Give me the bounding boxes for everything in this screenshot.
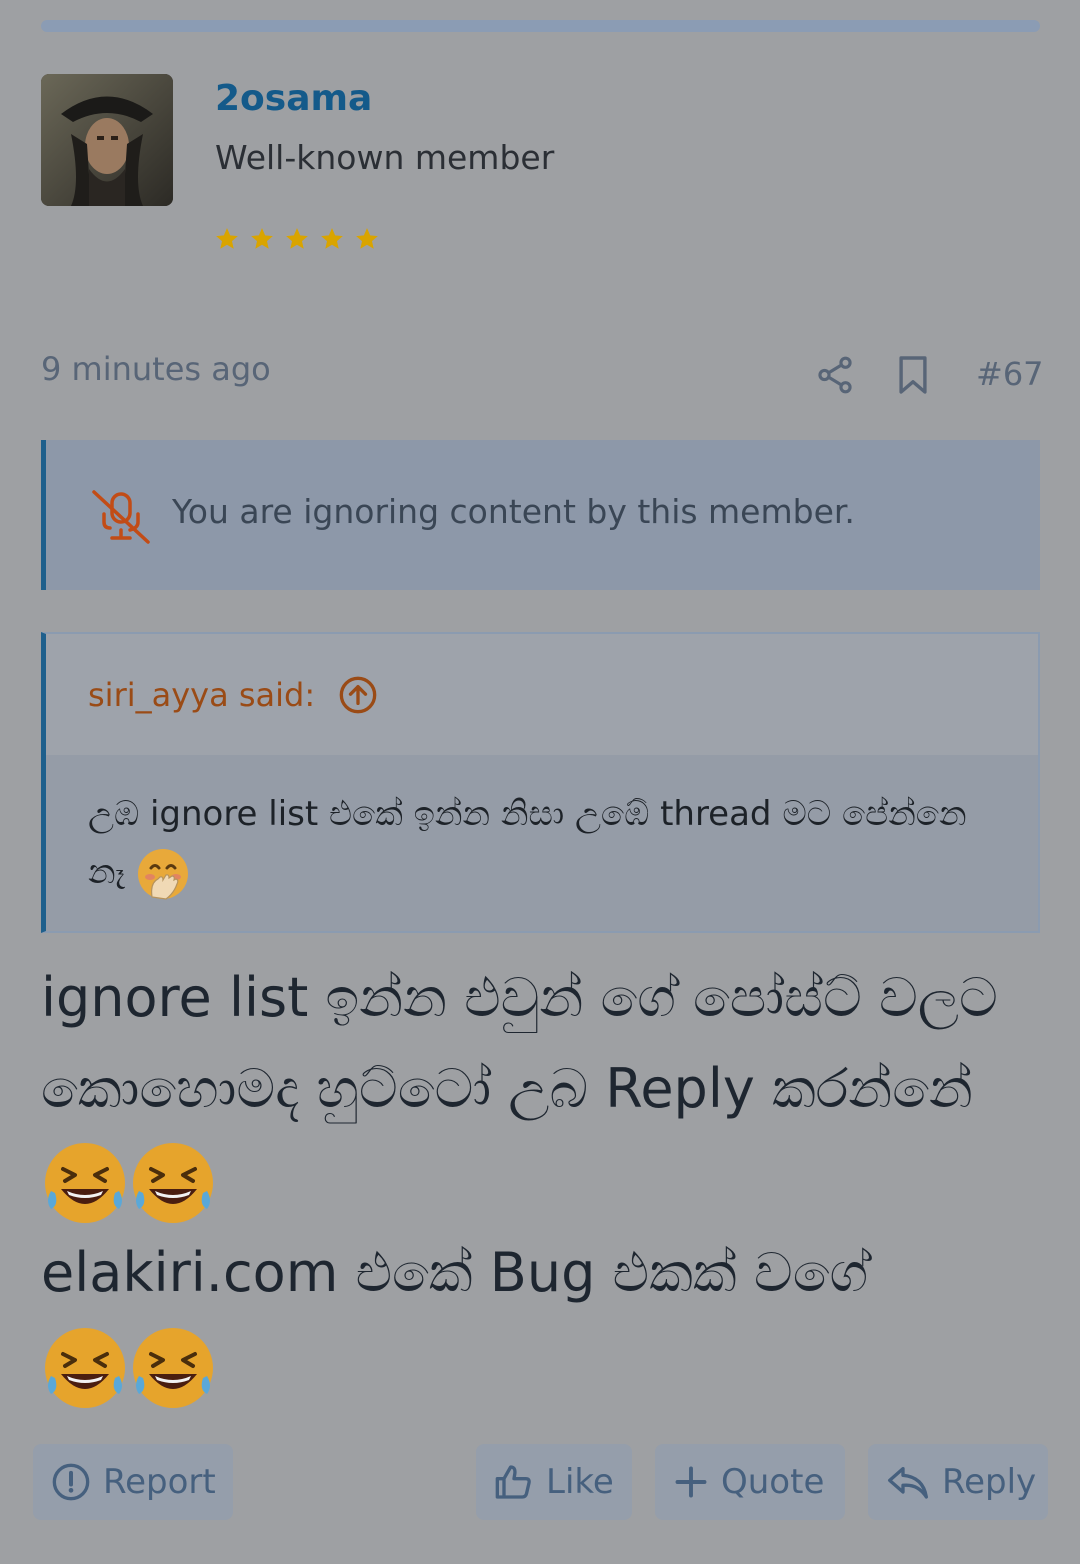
arrow-up-circle-icon[interactable]: [338, 675, 378, 715]
star-icon: [286, 228, 308, 249]
share-icon[interactable]: [814, 354, 856, 396]
quote-author[interactable]: siri_ayya said:: [88, 676, 315, 714]
laughing-emoji: [133, 1327, 213, 1408]
star-icon: [251, 228, 273, 249]
ignore-notice: You are ignoring content by this member.: [41, 440, 1040, 590]
star-rating: [214, 226, 380, 252]
reply-arrow-icon: [888, 1467, 928, 1499]
quote-text-content: උඹ ignore list එකේ ඉන්න නිසා උඹේ thread …: [88, 794, 967, 892]
username[interactable]: 2osama: [215, 78, 372, 119]
reply-button[interactable]: Reply: [868, 1444, 1048, 1520]
plus-icon: [675, 1466, 707, 1498]
message-line-1: ignore list ඉන්න එවුන් ගේ පෝස්ට් වලට කොහ…: [41, 966, 998, 1120]
laughing-emoji: [45, 1143, 125, 1224]
like-button[interactable]: Like: [476, 1444, 632, 1520]
user-title: Well-known member: [215, 138, 555, 177]
top-divider: [41, 20, 1040, 32]
post-message: ignore list ඉන්න එවුන් ගේ පෝස්ට් වලට කොහ…: [41, 952, 1041, 1412]
post-number[interactable]: #67: [976, 355, 1044, 393]
report-icon: [52, 1463, 90, 1501]
quote-body: උඹ ignore list එකේ ඉන්න නිසා උඹේ thread …: [46, 755, 1038, 931]
ignore-icon: [92, 490, 150, 544]
post-time[interactable]: 9 minutes ago: [41, 350, 271, 388]
message-line-2: elakiri.com එකේ Bug එකක් වගේ: [41, 1241, 869, 1305]
bookmark-icon[interactable]: [896, 354, 930, 396]
quote-text: උඹ ignore list එකේ ඉන්න නිසා උඹේ thread …: [88, 785, 968, 901]
ignore-notice-text: You are ignoring content by this member.: [172, 492, 855, 531]
quote-label: Quote: [721, 1462, 825, 1502]
avatar[interactable]: [41, 74, 173, 206]
star-icon: [216, 228, 238, 249]
quote-button[interactable]: Quote: [655, 1444, 845, 1520]
laughing-emoji: [45, 1327, 125, 1408]
like-label: Like: [546, 1462, 614, 1502]
laughing-emoji: [133, 1143, 213, 1224]
star-icon: [356, 228, 378, 249]
quote-block: siri_ayya said: උඹ ignore list එකේ ඉන්න …: [41, 632, 1040, 933]
reply-label: Reply: [942, 1462, 1037, 1502]
quote-header: siri_ayya said:: [46, 634, 1038, 755]
report-label: Report: [103, 1462, 216, 1502]
star-icon: [321, 228, 343, 249]
face-with-hand-emoji: [137, 848, 188, 900]
report-button[interactable]: Report: [33, 1444, 233, 1520]
thumb-up-icon: [495, 1465, 531, 1499]
avatar-image: [41, 74, 173, 206]
